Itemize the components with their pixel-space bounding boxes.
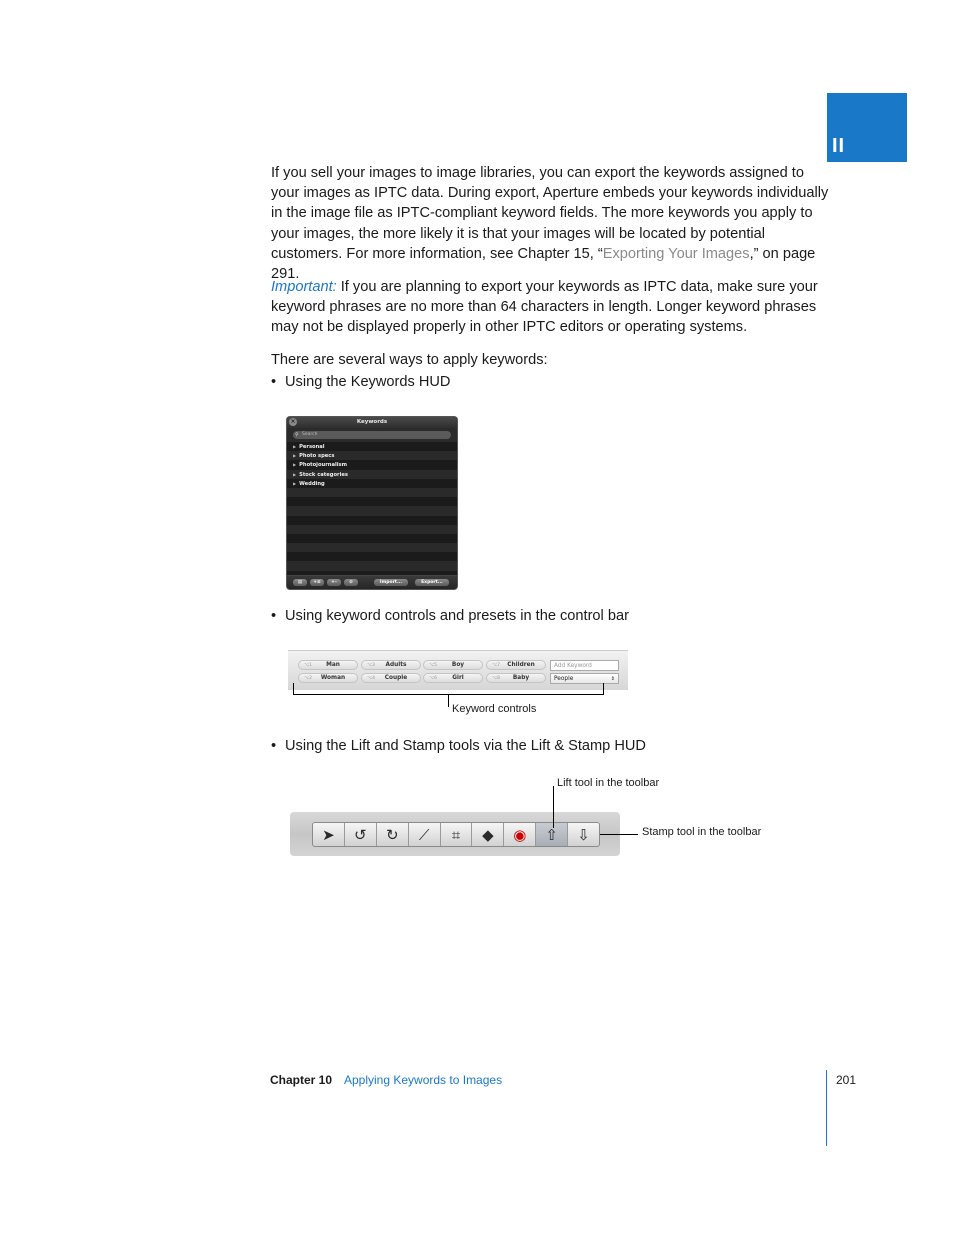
keyword-button[interactable]: ⌥6 Girl [423,673,483,683]
select-tool-icon[interactable]: ➤ [313,823,345,846]
straighten-tool-icon[interactable]: ⟋ [409,823,441,846]
toolbar: ➤ ↺ ↻ ⟋ ⌗ ◆ ◉ ⇧ ⇩ [312,822,600,847]
keyword-button[interactable]: ⌥1 Man [298,660,358,670]
keyword-controls-bracket [293,683,604,695]
add-keyword-icon[interactable]: +≡ [310,579,324,586]
keyword-button[interactable]: ⌥4 Couple [361,673,421,683]
disclosure-triangle-icon[interactable]: ▶ [293,453,296,458]
keyword-group[interactable]: ▶ Personal [287,442,457,452]
footer-chapter-title[interactable]: Applying Keywords to Images [344,1073,502,1087]
export-button[interactable]: Export... [415,579,449,586]
lift-tool-callout: Lift tool in the toolbar [557,777,660,789]
keyword-button[interactable]: ⌥7 Children [486,660,546,670]
keyword-button[interactable]: ⌥2 Woman [298,673,358,683]
stepper-arrows-icon: ⇕ [610,676,615,682]
keyword-button[interactable]: ⌥5 Boy [423,660,483,670]
part-numeral: II [832,135,846,157]
add-keyword-field[interactable]: Add Keyword [550,660,619,671]
bullet-item: • Using the Lift and Stamp tools via the … [271,738,646,754]
rotate-right-tool-icon[interactable]: ↻ [377,823,409,846]
search-icon: ⚲ [295,432,299,438]
rotate-left-tool-icon[interactable]: ↺ [345,823,377,846]
stamp-tool-callout: Stamp tool in the toolbar [642,826,762,838]
keywords-hud: × Keywords ⚲ Search ▶ Personal ▶ Photo spe… [286,416,458,590]
ways-intro: There are several ways to apply keywords… [271,352,548,368]
exporting-images-link[interactable]: Exporting Your Images [603,246,750,262]
keyword-group-list: ▶ Personal ▶ Photo specs ▶ Photojournalism … [287,442,457,580]
page-number: 201 [836,1073,857,1087]
intro-paragraph: If you sell your images to image librari… [271,165,829,283]
disclosure-triangle-icon[interactable]: ▶ [293,444,296,449]
remove-icon[interactable]: ⊘ [344,579,358,586]
lock-icon[interactable]: ▤ [293,579,307,586]
bullet-item: • Using the Keywords HUD [271,374,451,390]
crop-tool-icon[interactable]: ⌗ [441,823,473,846]
bullet-item: • Using keyword controls and presets in t… [271,608,629,624]
keyword-controls-callout: Keyword controls [452,703,537,715]
disclosure-triangle-icon[interactable]: ▶ [293,481,296,486]
hud-title-bar: × Keywords [287,417,457,428]
keyword-button[interactable]: ⌥3 Adults [361,660,421,670]
keyword-group[interactable]: ▶ Photo specs [287,451,457,461]
hud-search-input[interactable]: ⚲ Search [293,431,451,439]
spot-patch-tool-icon[interactable]: ◆ [472,823,505,846]
footer-chapter: Chapter 10 [270,1073,333,1087]
important-label: Important: [271,279,337,295]
keyword-group[interactable]: ▶ Wedding [287,478,457,488]
disclosure-triangle-icon[interactable]: ▶ [293,472,296,477]
keyword-group[interactable]: ▶ Stock categories [287,469,457,479]
disclosure-triangle-icon[interactable]: ▶ [293,462,296,467]
hud-footer: ▤ +≡ +- ⊘ Import... Export... [287,575,457,589]
close-icon[interactable]: × [289,418,297,426]
keyword-group[interactable]: ▶ Photojournalism [287,460,457,470]
add-subkeyword-icon[interactable]: +- [327,579,341,586]
keyword-button[interactable]: ⌥8 Baby [486,673,546,683]
footer-divider [826,1070,827,1146]
import-button[interactable]: Import... [374,579,408,586]
red-eye-tool-icon[interactable]: ◉ [504,823,537,846]
stamp-tool-icon[interactable]: ⇩ [568,823,599,846]
part-tab: II [827,93,907,162]
important-note: Important: If you are planning to export… [271,279,818,336]
